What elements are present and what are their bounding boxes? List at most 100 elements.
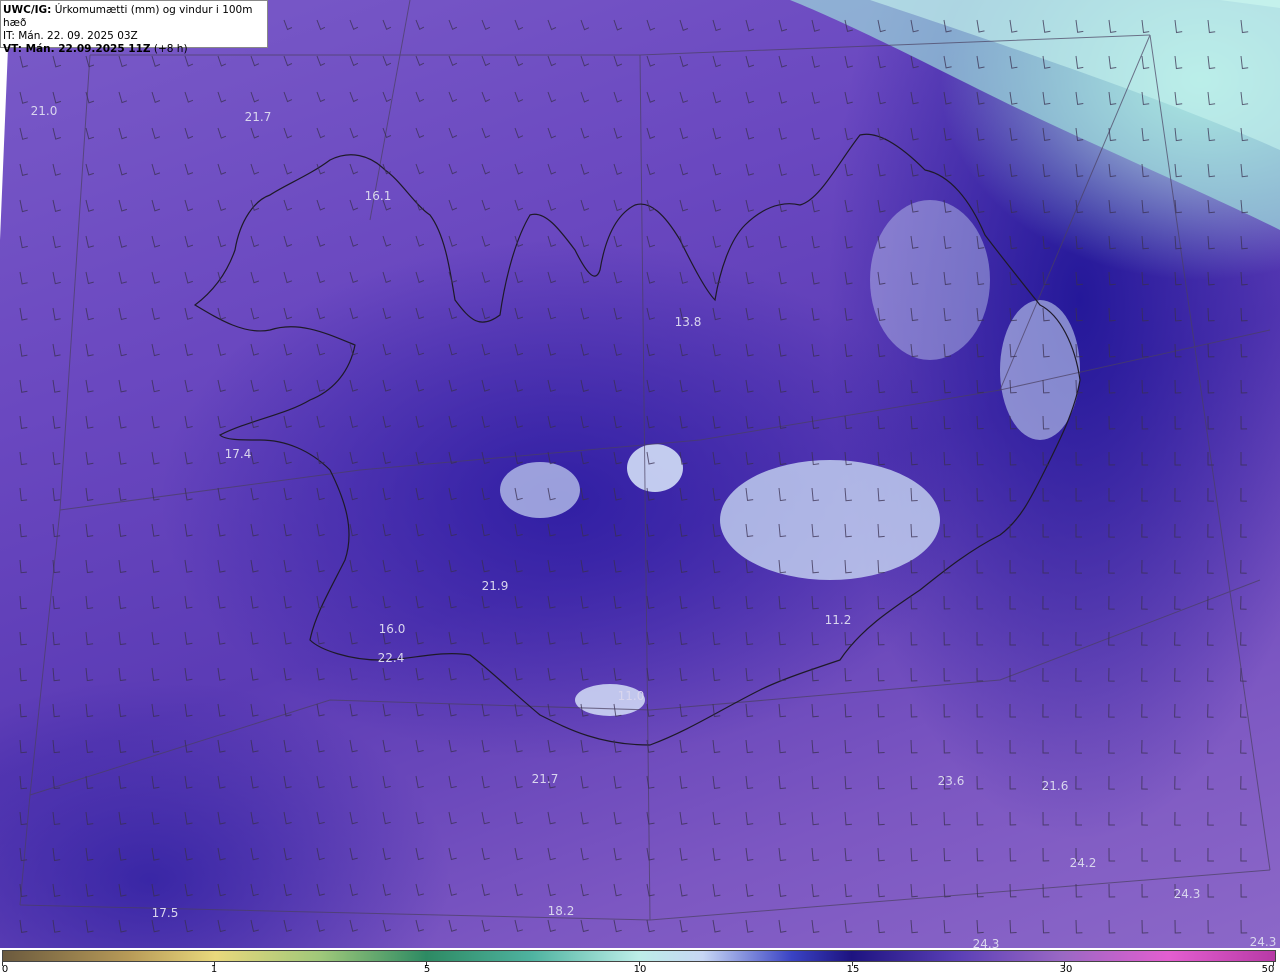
wind-barb xyxy=(1108,235,1116,250)
wind-barb xyxy=(580,271,590,284)
wind-barb xyxy=(481,775,490,789)
wind-barb xyxy=(118,415,127,429)
wind-barb xyxy=(250,271,260,284)
precip-highlight xyxy=(627,444,683,492)
wind-barb xyxy=(415,127,425,139)
wind-barb xyxy=(382,235,392,247)
wind-barb xyxy=(943,883,951,898)
wind-barb xyxy=(19,847,28,862)
wind-barb xyxy=(547,703,556,717)
wind-barb xyxy=(1174,415,1182,430)
wind-barb xyxy=(349,631,358,645)
wind-barb xyxy=(19,415,28,429)
wind-barb xyxy=(679,775,688,789)
value-label: 18.2 xyxy=(547,904,575,918)
wind-barb xyxy=(580,19,590,31)
wind-barb xyxy=(52,883,61,897)
wind-barb xyxy=(943,523,951,538)
wind-barb xyxy=(613,667,622,681)
wind-barb xyxy=(118,775,127,789)
wind-barb xyxy=(1207,847,1214,862)
wind-barb xyxy=(1240,883,1248,898)
wind-barb xyxy=(712,811,721,825)
wind-barb xyxy=(1108,667,1115,682)
wind-barb xyxy=(415,307,425,320)
wind-barb xyxy=(943,811,951,826)
wind-barb xyxy=(745,343,754,357)
wind-barb xyxy=(679,595,688,609)
wind-barb xyxy=(1009,775,1017,790)
wind-barb xyxy=(1108,559,1115,574)
wind-barb xyxy=(1042,667,1049,682)
wind-barb xyxy=(811,127,820,141)
wind-barb xyxy=(382,451,391,465)
value-label: 21.9 xyxy=(481,579,509,593)
wind-barb xyxy=(811,271,820,285)
precip-highlight xyxy=(500,462,580,518)
wind-barb xyxy=(943,451,951,466)
wind-barb xyxy=(514,163,524,175)
wind-barb xyxy=(877,379,886,394)
wind-barb xyxy=(547,919,556,933)
wind-barb xyxy=(184,55,194,67)
wind-barb xyxy=(1009,704,1016,718)
wind-barb xyxy=(19,199,28,213)
title-line: UWC/IG: Úrkomumætti (mm) og vindur i 100… xyxy=(3,4,267,30)
wind-barb xyxy=(1108,919,1116,934)
wind-barb xyxy=(19,919,28,933)
wind-barb xyxy=(382,271,392,284)
wind-barb xyxy=(811,415,820,430)
wind-barb xyxy=(283,235,293,248)
wind-barb xyxy=(118,379,127,393)
wind-barb xyxy=(679,451,688,465)
wind-barb xyxy=(547,415,556,429)
wind-barb xyxy=(316,199,326,211)
wind-barb xyxy=(646,415,655,429)
wind-barb xyxy=(1207,235,1215,250)
wind-barb xyxy=(778,307,787,321)
wind-barb xyxy=(52,919,61,933)
wind-barb xyxy=(646,91,656,103)
wind-barb xyxy=(349,667,358,681)
wind-barb xyxy=(679,163,689,176)
wind-barb xyxy=(778,271,787,285)
wind-barb xyxy=(976,775,984,790)
value-label: 16.0 xyxy=(378,622,406,636)
wind-barb xyxy=(1174,559,1181,574)
wind-barb xyxy=(646,883,655,897)
wind-barb xyxy=(745,235,754,249)
wind-barb xyxy=(250,739,259,753)
wind-barb xyxy=(1042,703,1049,718)
wind-barb xyxy=(448,343,458,356)
wind-barb xyxy=(217,91,227,103)
wind-barb xyxy=(778,631,786,646)
wind-barb xyxy=(1108,847,1116,862)
wind-barb xyxy=(679,667,688,681)
wind-barb xyxy=(679,703,688,717)
wind-barb xyxy=(1240,631,1247,646)
wind-barb xyxy=(778,703,787,718)
wind-barb xyxy=(844,379,853,394)
wind-barb xyxy=(778,919,787,933)
wind-barb xyxy=(580,55,590,67)
wind-barb xyxy=(85,847,94,861)
wind-barb xyxy=(1075,739,1082,754)
wind-barb xyxy=(745,451,754,465)
wind-barb xyxy=(547,19,557,31)
wind-barb xyxy=(448,667,457,681)
wind-barb xyxy=(448,163,458,175)
wind-barb xyxy=(217,667,226,681)
wind-barb xyxy=(1174,703,1181,718)
wind-barb xyxy=(712,235,721,248)
wind-barb xyxy=(844,631,852,646)
wind-barb xyxy=(712,703,721,718)
wind-barb xyxy=(877,703,885,718)
wind-barb xyxy=(1240,343,1248,358)
wind-barb xyxy=(514,667,523,681)
wind-barb xyxy=(52,235,61,249)
colorbar-tick-label: 1 xyxy=(210,964,218,975)
wind-barb xyxy=(184,451,193,465)
wind-barb xyxy=(448,55,458,66)
wind-barb xyxy=(283,559,292,573)
wind-barb xyxy=(1141,559,1148,574)
